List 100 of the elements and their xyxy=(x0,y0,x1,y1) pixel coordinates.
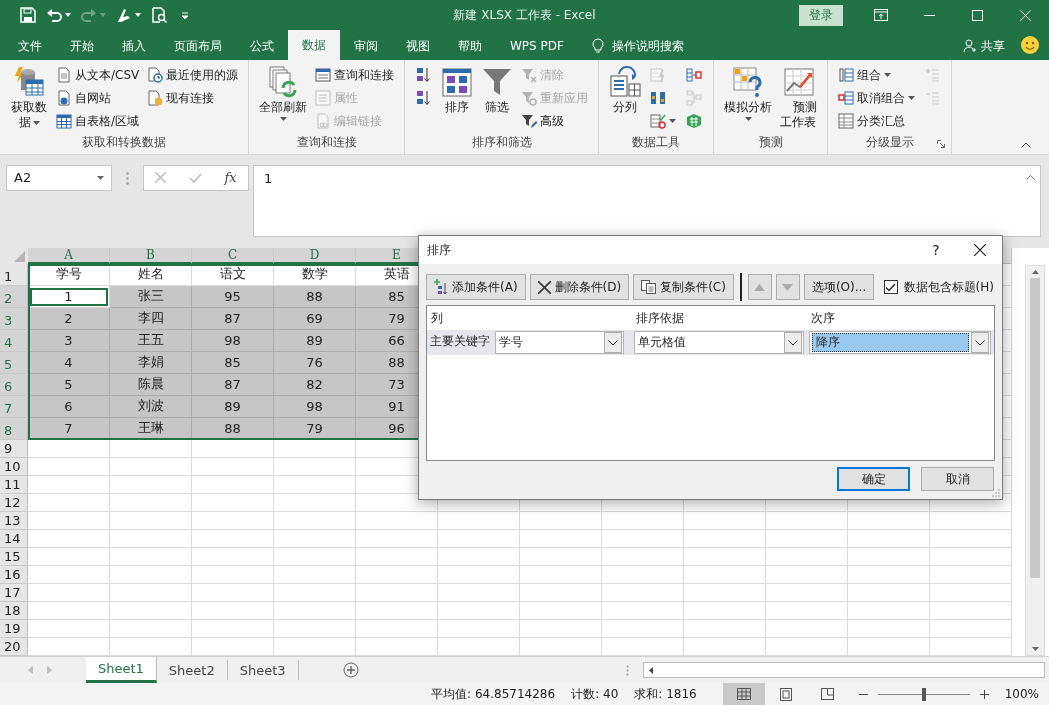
column-header[interactable]: C xyxy=(192,247,274,264)
ribbon-button[interactable]: 分类汇总 xyxy=(835,110,919,132)
ribbon-tab[interactable]: WPS PDF xyxy=(496,32,578,60)
toolbar-button[interactable]: 添加条件(A) xyxy=(426,274,526,300)
ribbon-tab[interactable]: 开始 xyxy=(56,32,108,60)
checkbox[interactable] xyxy=(883,280,898,294)
sort-level-row[interactable]: 主要关键字 学号 单元格值 降序 xyxy=(427,330,994,355)
row-header[interactable]: 3 xyxy=(0,307,28,330)
table-cell: 85 xyxy=(192,351,274,374)
ribbon-button[interactable]: 全部刷新 xyxy=(256,64,311,123)
ribbon-button[interactable]: 最近使用的源 xyxy=(144,64,242,86)
copy-icon xyxy=(641,280,657,294)
sort-on-dropdown[interactable]: 单元格值 xyxy=(634,331,804,354)
toolbar-button[interactable]: 复制条件(C) xyxy=(633,274,734,300)
dialog-launcher-icon[interactable] xyxy=(937,139,946,148)
row-header[interactable]: 1 xyxy=(0,263,28,286)
ribbon-tab[interactable]: 文件 xyxy=(4,32,56,60)
toolbar-button[interactable]: 选项(O)... xyxy=(803,274,875,300)
help-button[interactable]: ? xyxy=(914,236,958,264)
view-button[interactable] xyxy=(722,683,765,705)
ribbon-button[interactable]: 现有连接 xyxy=(144,87,242,109)
name-box[interactable]: A2 xyxy=(6,164,112,191)
cancel-button[interactable]: 取消 xyxy=(921,467,994,491)
ribbon-button[interactable]: 取消组合 xyxy=(835,87,919,109)
formula-field[interactable]: 1 xyxy=(253,164,1041,237)
ribbon-button[interactable]: 预测工作表 xyxy=(777,64,821,132)
column-header[interactable]: B xyxy=(110,247,192,264)
quick-access-button[interactable] xyxy=(46,7,71,23)
scroll-up-icon[interactable] xyxy=(1031,269,1039,274)
order-dropdown[interactable]: 降序 xyxy=(809,331,991,354)
filter-icon xyxy=(481,66,514,98)
insert-function-button[interactable]: fx xyxy=(224,170,237,186)
collapse-ribbon-icon[interactable] xyxy=(1021,141,1031,148)
vertical-scrollbar[interactable] xyxy=(1025,264,1045,656)
row-header[interactable]: 6 xyxy=(0,373,28,396)
column-header[interactable]: D xyxy=(274,247,356,264)
group-label: 预测 xyxy=(758,133,783,151)
ribbon-button[interactable]: 自网站 xyxy=(53,87,143,109)
quick-access-button[interactable] xyxy=(151,7,167,23)
sheet-tab[interactable]: Sheet3 xyxy=(227,660,299,680)
add-sheet-icon[interactable] xyxy=(342,662,359,678)
zoom-slider[interactable] xyxy=(921,687,926,701)
share-button[interactable]: 共享 xyxy=(963,32,1005,60)
ribbon-tab[interactable]: 公式 xyxy=(236,32,288,60)
header-checkbox[interactable]: 数据包含标题(H) xyxy=(883,278,994,296)
column-heading: 排序依据 xyxy=(635,309,684,327)
ribbon-tab[interactable]: 帮助 xyxy=(444,32,496,60)
ribbon-button[interactable]: 自表格/区域 xyxy=(53,110,143,132)
row-header[interactable]: 5 xyxy=(0,351,28,374)
resize-grip-icon[interactable] xyxy=(992,489,1000,497)
ribbon-button[interactable]: 从文本/CSV xyxy=(53,64,143,86)
ribbon-tab[interactable]: 视图 xyxy=(392,32,444,60)
ribbon-button[interactable]: 排序 xyxy=(438,64,477,117)
scroll-down-icon[interactable] xyxy=(1031,647,1039,651)
column-header[interactable]: A xyxy=(28,247,110,264)
ok-button[interactable]: 确定 xyxy=(837,467,910,491)
quick-access-button[interactable] xyxy=(116,7,141,23)
ribbon-button[interactable]: 高级 xyxy=(518,110,592,132)
row-header[interactable]: 4 xyxy=(0,329,28,352)
row-header[interactable]: 7 xyxy=(0,395,28,418)
ribbon-button[interactable]: 组合 xyxy=(835,64,919,86)
ribbon-button[interactable]: 筛选 xyxy=(478,64,517,117)
table-cell: 88 xyxy=(192,417,274,440)
ribbon-button[interactable]: 获取数据 xyxy=(7,64,51,132)
cube-icon xyxy=(686,113,703,129)
sheet-tab[interactable]: Sheet2 xyxy=(156,660,228,680)
scroll-left-icon[interactable] xyxy=(649,666,653,674)
column-dropdown[interactable]: 学号 xyxy=(495,331,624,354)
sheet-tab[interactable]: Sheet1 xyxy=(86,657,157,683)
group-label: 查询和连接 xyxy=(296,133,357,151)
collapse-icon[interactable] xyxy=(1026,174,1035,180)
row-header[interactable]: 8 xyxy=(0,417,28,440)
tell-me-search[interactable]: 操作说明搜索 xyxy=(577,32,694,60)
check-icon xyxy=(885,282,897,292)
ribbon-tab[interactable]: 插入 xyxy=(108,32,160,60)
page-break-icon xyxy=(821,688,835,700)
ribbon-tab[interactable]: 审阅 xyxy=(340,32,392,60)
ribbon-tab[interactable]: 数据 xyxy=(288,30,340,60)
ribbon-tab[interactable]: 页面布局 xyxy=(160,32,236,60)
maximize-icon xyxy=(971,9,983,21)
ribbon-button[interactable]: 查询和连接 xyxy=(312,64,398,86)
check-icon[interactable] xyxy=(188,172,202,183)
caret-icon xyxy=(908,96,916,100)
toolbar-button[interactable]: 删除条件(D) xyxy=(529,274,630,300)
table-cell: 88 xyxy=(274,285,356,308)
smiley-icon[interactable] xyxy=(1021,36,1039,54)
down-arrow-icon xyxy=(782,283,794,291)
ribbon-button[interactable]: 模拟分析 xyxy=(721,64,776,123)
zoom-level[interactable]: 100% xyxy=(1004,687,1039,701)
ribbon-button[interactable]: 分列 xyxy=(606,64,645,117)
table-cell: 陈晨 xyxy=(110,373,192,396)
zoom-in-icon[interactable] xyxy=(979,689,989,699)
quick-access-button[interactable] xyxy=(20,7,36,23)
redo-icon xyxy=(81,7,97,23)
row-header[interactable]: 2 xyxy=(0,285,28,308)
table-icon xyxy=(56,113,72,129)
sign-in-button[interactable]: 登录 xyxy=(799,4,843,26)
caret-icon xyxy=(100,13,106,17)
horizontal-scrollbar[interactable] xyxy=(643,662,1045,678)
ungroup-icon xyxy=(838,90,855,106)
